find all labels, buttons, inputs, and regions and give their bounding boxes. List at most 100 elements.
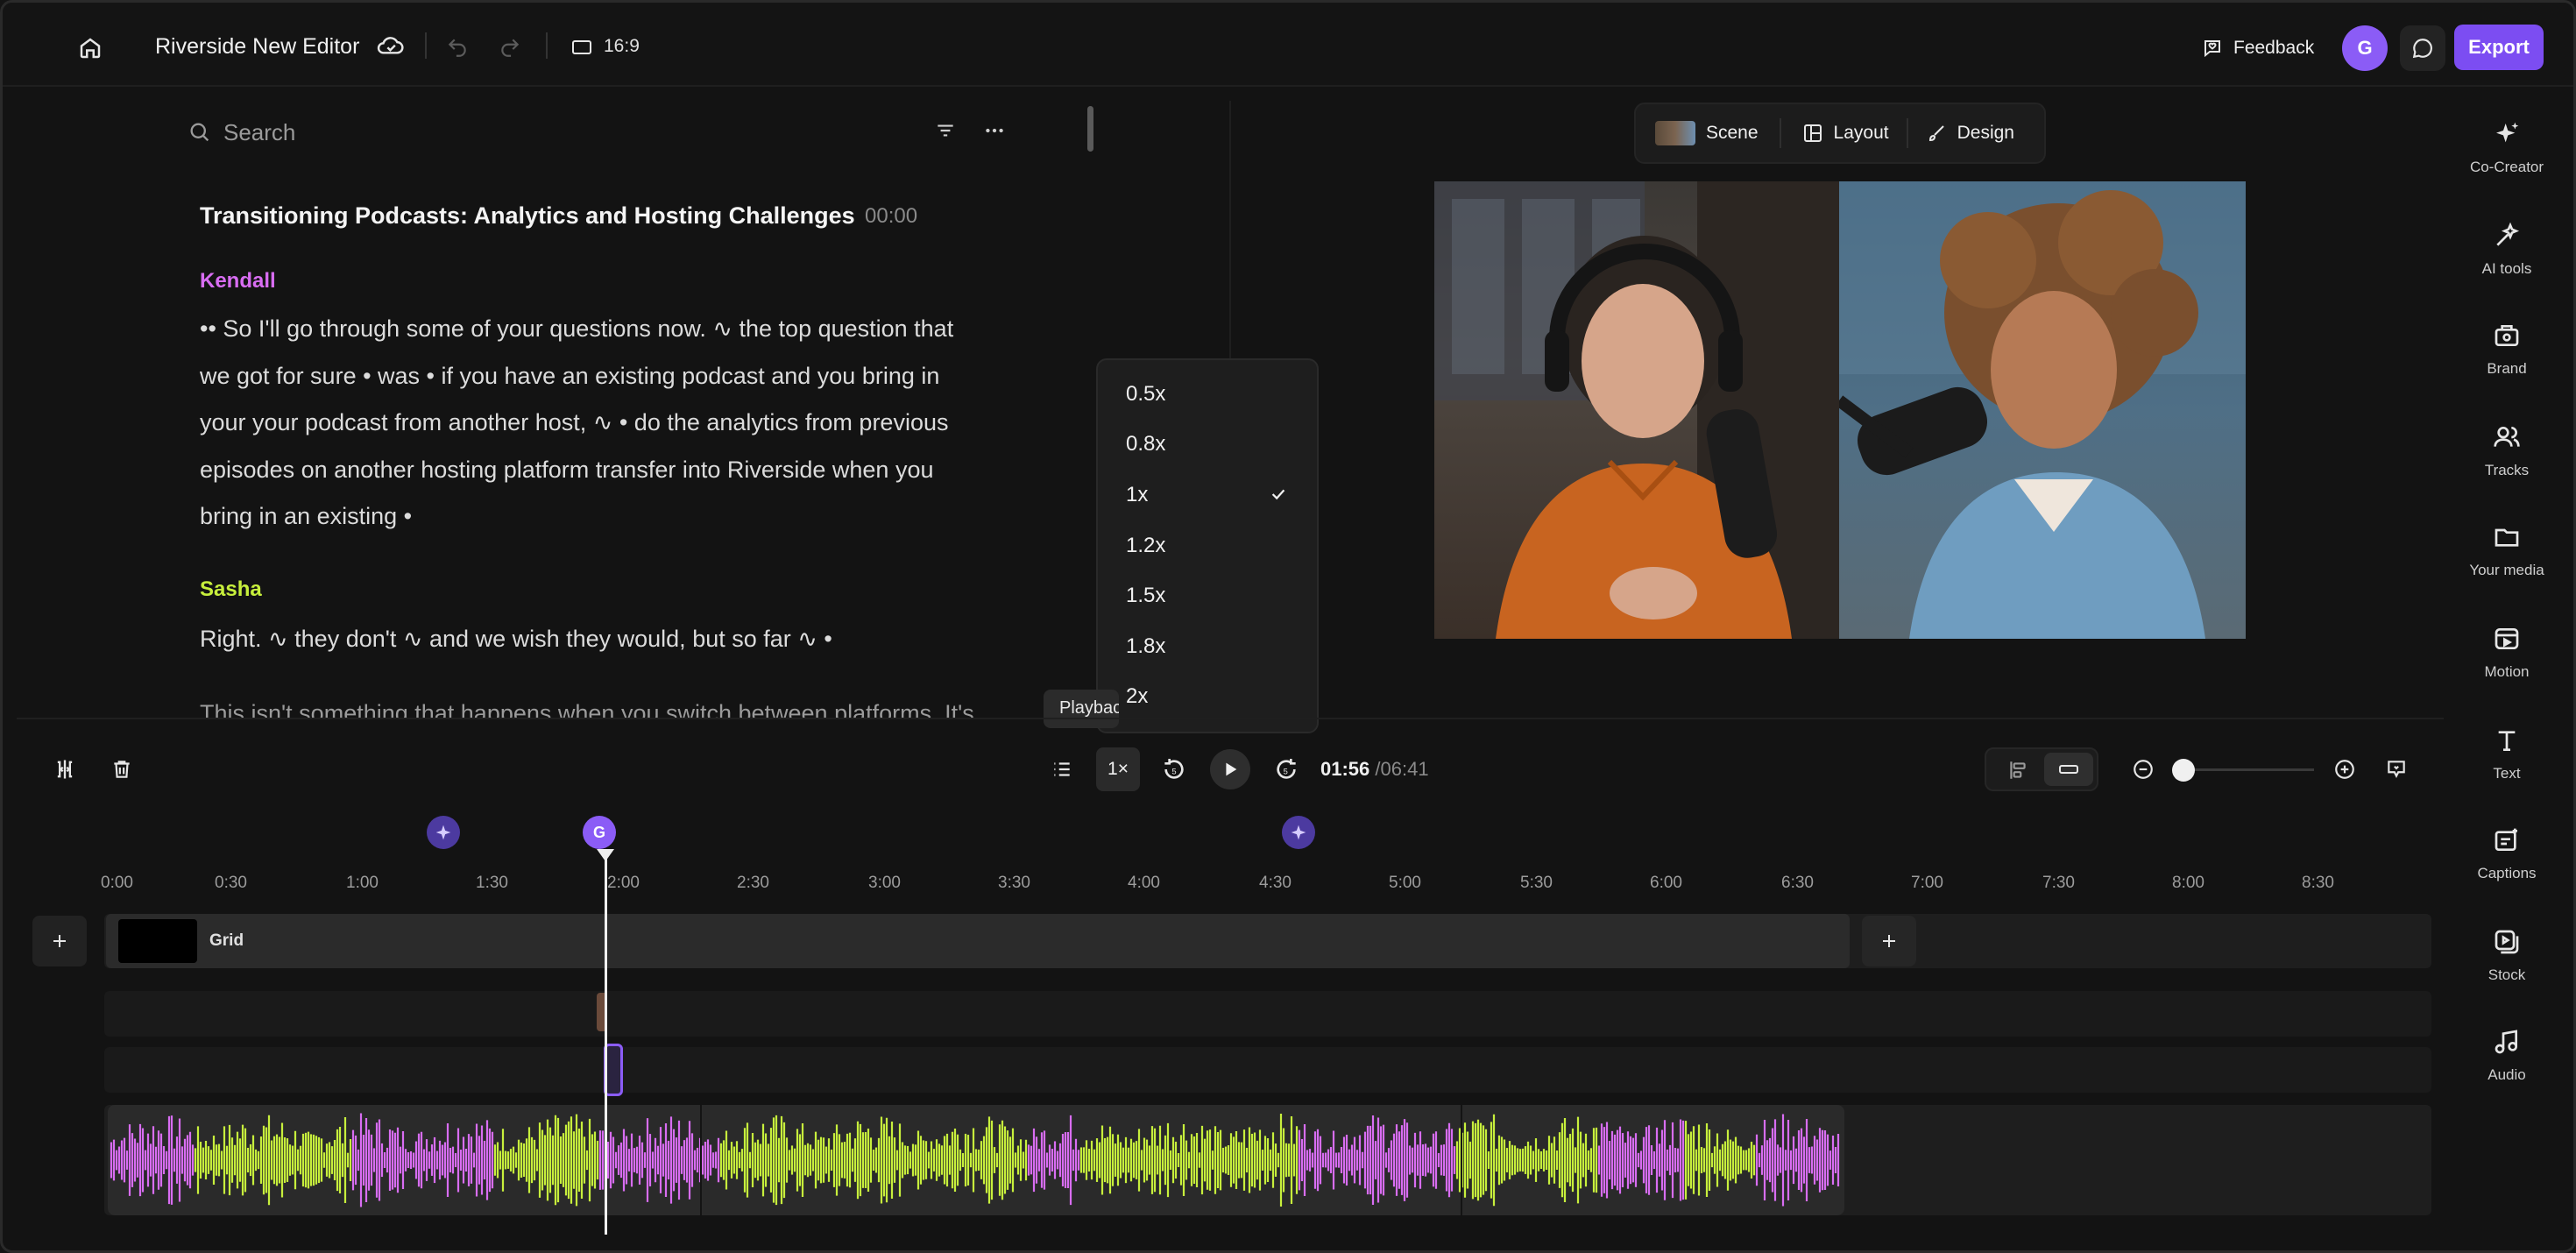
caption-chat-icon[interactable]	[2382, 756, 2410, 782]
speed-option-label: 1.8x	[1126, 634, 1166, 658]
avatar[interactable]: G	[2342, 25, 2388, 71]
playback-speed-button[interactable]: 1×	[1096, 747, 1140, 791]
rail-label: Motion	[2484, 663, 2530, 680]
ruler-tick: 0:30	[215, 874, 247, 892]
media-track[interactable]	[104, 991, 2431, 1037]
comment-button[interactable]	[2400, 25, 2445, 71]
rail-item-tracks[interactable]: Tracks	[2445, 411, 2568, 499]
ai-marker[interactable]	[427, 816, 460, 849]
playhead-handle[interactable]	[597, 849, 614, 861]
speed-option[interactable]: 0.5x	[1098, 369, 1317, 420]
speed-option[interactable]: 1.8x	[1098, 621, 1317, 672]
svg-text:5: 5	[1284, 767, 1288, 775]
clip-split-line	[700, 1105, 702, 1215]
ai-tools-icon	[2491, 220, 2523, 251]
ai-marker[interactable]	[1282, 816, 1315, 849]
transcript-title[interactable]: Transitioning Podcasts: Analytics and Ho…	[200, 202, 855, 230]
rewind-5-icon[interactable]: 5	[1159, 754, 1189, 784]
speed-option-label: 0.5x	[1126, 381, 1166, 406]
search-input[interactable]	[223, 118, 749, 146]
video-preview[interactable]	[1434, 181, 2246, 639]
rail-item-text[interactable]: Text	[2445, 714, 2568, 802]
rail-item-motion[interactable]: Motion	[2445, 612, 2568, 700]
design-button[interactable]: Design	[1926, 123, 2014, 144]
play-button[interactable]	[1210, 749, 1250, 789]
filter-icon[interactable]	[931, 117, 959, 145]
top-bar: Riverside New Editor 16:9 Feedback G Exp…	[3, 3, 2573, 87]
rail-item-stock[interactable]: Stock	[2445, 916, 2568, 1003]
speed-option-label: 0.8x	[1126, 432, 1166, 457]
rail-item-co-creator[interactable]: Co-Creator	[2445, 108, 2568, 195]
transcript-paragraph[interactable]: •• So I'll go through some of your quest…	[200, 306, 988, 541]
aspect-ratio-label[interactable]: 16:9	[604, 36, 640, 57]
speaker-name[interactable]: Sasha	[200, 577, 262, 602]
ruler-tick: 7:00	[1911, 874, 1943, 892]
zoom-slider-handle[interactable]	[2172, 759, 2195, 782]
redo-icon[interactable]	[495, 32, 525, 62]
speed-option[interactable]: 0.8x	[1098, 420, 1317, 471]
design-label: Design	[1957, 123, 2014, 143]
speed-option-selected[interactable]: 1x	[1098, 470, 1317, 520]
timeline-ruler[interactable]: 0:00 0:30 1:00 1:30 2:00 2:30 3:00 3:30 …	[101, 870, 2431, 893]
playhead[interactable]	[605, 849, 607, 1235]
sparkle-icon	[2491, 118, 2523, 150]
ruler-tick: 6:00	[1650, 874, 1682, 892]
overlay-track[interactable]	[104, 1047, 2431, 1093]
split-icon[interactable]	[52, 756, 78, 782]
speaker-name[interactable]: Kendall	[200, 269, 276, 294]
feedback-button[interactable]: Feedback	[2193, 27, 2323, 69]
grid-layout-clip[interactable]: Grid	[106, 914, 1850, 968]
rail-label: Stock	[2488, 966, 2526, 983]
right-tool-rail: Co-Creator AI tools Brand Tracks Your me…	[2445, 87, 2573, 1250]
home-icon[interactable]	[74, 32, 106, 64]
undo-icon[interactable]	[442, 32, 472, 62]
panel-divider[interactable]	[17, 718, 2444, 719]
brand-icon	[2491, 320, 2523, 351]
rail-label: Co-Creator	[2469, 159, 2544, 175]
speaker-video-left	[1434, 181, 1839, 639]
rail-item-brand[interactable]: Brand	[2445, 309, 2568, 397]
zoom-slider-track[interactable]	[2183, 768, 2314, 771]
cloud-sync-icon	[374, 31, 407, 62]
speed-option-label: 1x	[1126, 482, 1149, 506]
zoom-out-icon[interactable]	[2130, 756, 2156, 782]
collaborator-marker[interactable]: G	[583, 816, 616, 849]
layout-button[interactable]: Layout	[1802, 123, 1889, 144]
rail-label: Text	[2493, 765, 2521, 782]
zoom-in-icon[interactable]	[2332, 756, 2358, 782]
music-icon	[2491, 1026, 2523, 1058]
transcript-paragraph-partial[interactable]: This isn't something that happens when y…	[200, 691, 1023, 718]
scene-label: Scene	[1706, 123, 1759, 143]
rail-item-audio[interactable]: Audio	[2445, 1016, 2568, 1103]
speed-option[interactable]: 2x	[1098, 672, 1317, 723]
add-track-button[interactable]	[32, 916, 87, 966]
project-title[interactable]: Riverside New Editor	[155, 34, 359, 60]
collapse-tracks-icon[interactable]	[2044, 753, 2093, 786]
forward-5-icon[interactable]: 5	[1271, 754, 1301, 784]
scene-button[interactable]: Scene	[1655, 121, 1759, 145]
current-time: 01:56	[1320, 758, 1370, 780]
align-tracks-icon[interactable]	[1995, 754, 2041, 786]
trash-icon[interactable]	[110, 756, 134, 782]
play-icon	[1221, 760, 1240, 779]
transcript-paragraph[interactable]: Right. ∿ they don't ∿ and we wish they w…	[200, 616, 988, 663]
rail-item-ai-tools[interactable]: AI tools	[2445, 209, 2568, 297]
captions-icon	[2491, 825, 2523, 856]
rail-label: Brand	[2487, 360, 2527, 377]
add-layout-button[interactable]	[1862, 916, 1916, 966]
rail-item-your-media[interactable]: Your media	[2445, 511, 2568, 598]
speed-option-label: 1.5x	[1126, 584, 1166, 608]
export-button[interactable]: Export	[2454, 25, 2544, 70]
separator	[1779, 118, 1781, 148]
svg-text:5: 5	[1171, 767, 1176, 775]
audio-waveform-clip[interactable]	[108, 1105, 1844, 1215]
separator	[425, 32, 427, 59]
more-options-icon[interactable]	[980, 117, 1008, 145]
aspect-ratio-icon[interactable]	[570, 36, 593, 59]
transcript-scrollbar[interactable]	[1087, 106, 1093, 152]
speed-option[interactable]: 1.5x	[1098, 570, 1317, 621]
playback-time: 01:56 /06:41	[1320, 758, 1429, 781]
speed-option[interactable]: 1.2x	[1098, 520, 1317, 571]
rail-item-captions[interactable]: Captions	[2445, 814, 2568, 902]
list-icon[interactable]	[1049, 756, 1075, 782]
